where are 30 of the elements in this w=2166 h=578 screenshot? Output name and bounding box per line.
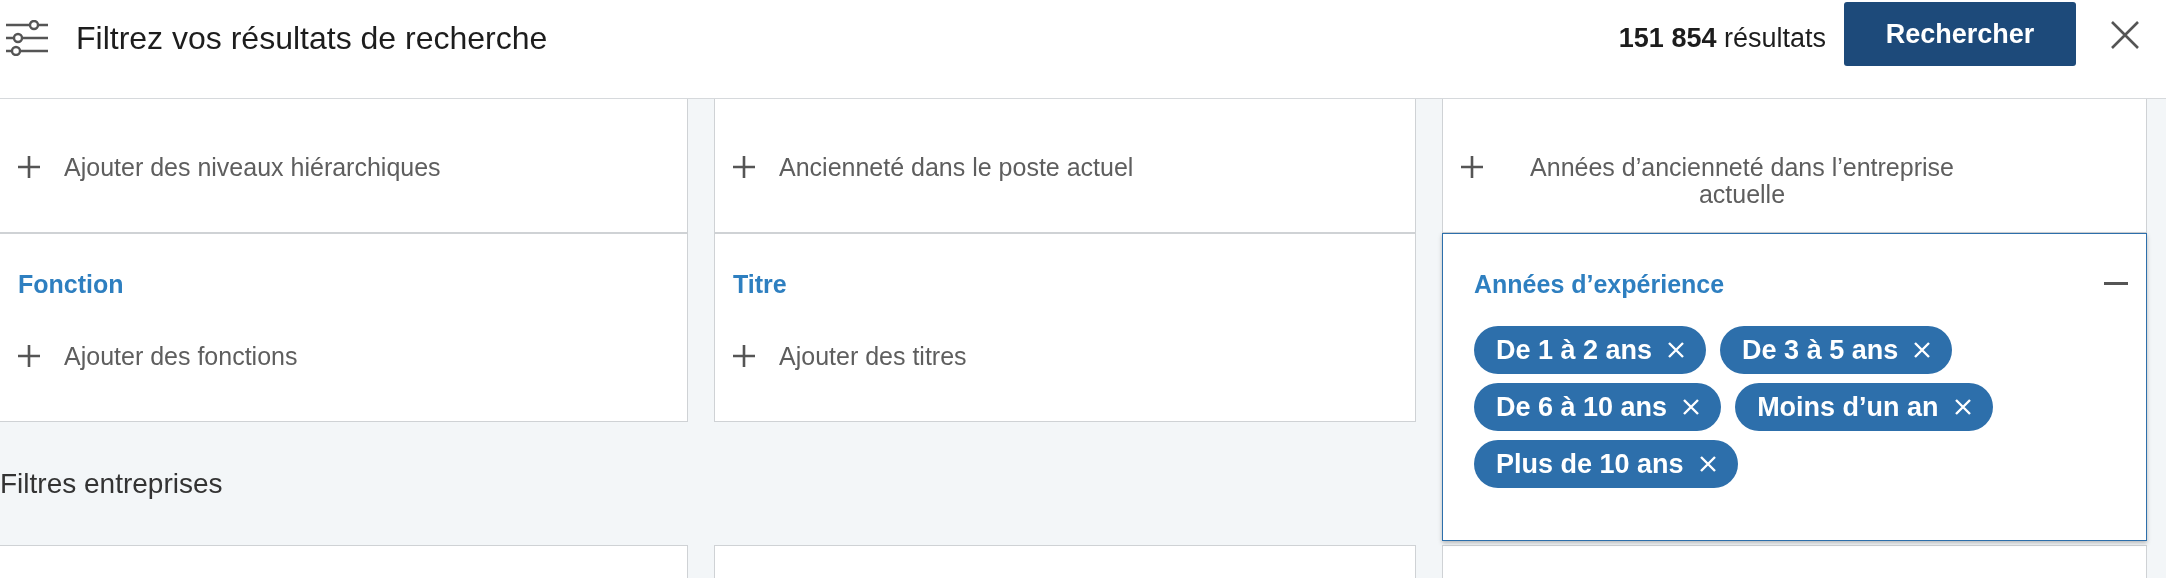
add-filter-button[interactable]: Ajouter des niveaux hiérarchiques xyxy=(18,154,441,181)
search-button[interactable]: Rechercher xyxy=(1844,2,2076,66)
plus-icon xyxy=(733,156,755,178)
filter-chip[interactable]: De 6 à 10 ans xyxy=(1474,383,1722,431)
add-filter-button[interactable]: Ancienneté dans le poste actuel xyxy=(733,154,1134,181)
plus-icon xyxy=(733,345,755,367)
filter-title: Titre xyxy=(733,269,787,299)
close-icon[interactable] xyxy=(2110,20,2140,50)
plus-icon xyxy=(18,345,40,367)
add-filter-button[interactable]: Ajouter des titres xyxy=(733,343,967,370)
filter-settings-icon xyxy=(6,20,48,56)
dialog-title: Filtrez vos résultats de recherche xyxy=(76,19,548,57)
remove-icon[interactable] xyxy=(1683,399,1700,415)
remove-icon[interactable] xyxy=(1914,342,1931,358)
filter-title: Fonction xyxy=(18,269,124,299)
filter-title: Années d’expérience xyxy=(1474,269,1725,299)
add-filter-button[interactable]: Ajouter des fonctions xyxy=(18,343,298,370)
remove-icon[interactable] xyxy=(1699,456,1716,472)
filter-chip[interactable]: Moins d’un an xyxy=(1735,383,1993,431)
results-count: 151 854 résultats xyxy=(1618,22,1826,54)
collapse-icon[interactable] xyxy=(2104,282,2128,286)
section-heading: Filtres entreprises xyxy=(0,466,223,501)
plus-icon xyxy=(1461,156,1483,178)
remove-icon[interactable] xyxy=(1668,342,1685,358)
filter-chip[interactable]: De 3 à 5 ans xyxy=(1720,326,1953,374)
filter-chip[interactable]: Plus de 10 ans xyxy=(1474,440,1738,488)
remove-icon[interactable] xyxy=(1954,399,1971,415)
add-filter-button[interactable]: Années d’ancienneté dans l’entreprise actuelle xyxy=(1461,154,1977,208)
plus-icon xyxy=(18,156,40,178)
filter-chip[interactable]: De 1 à 2 ans xyxy=(1474,326,1707,374)
